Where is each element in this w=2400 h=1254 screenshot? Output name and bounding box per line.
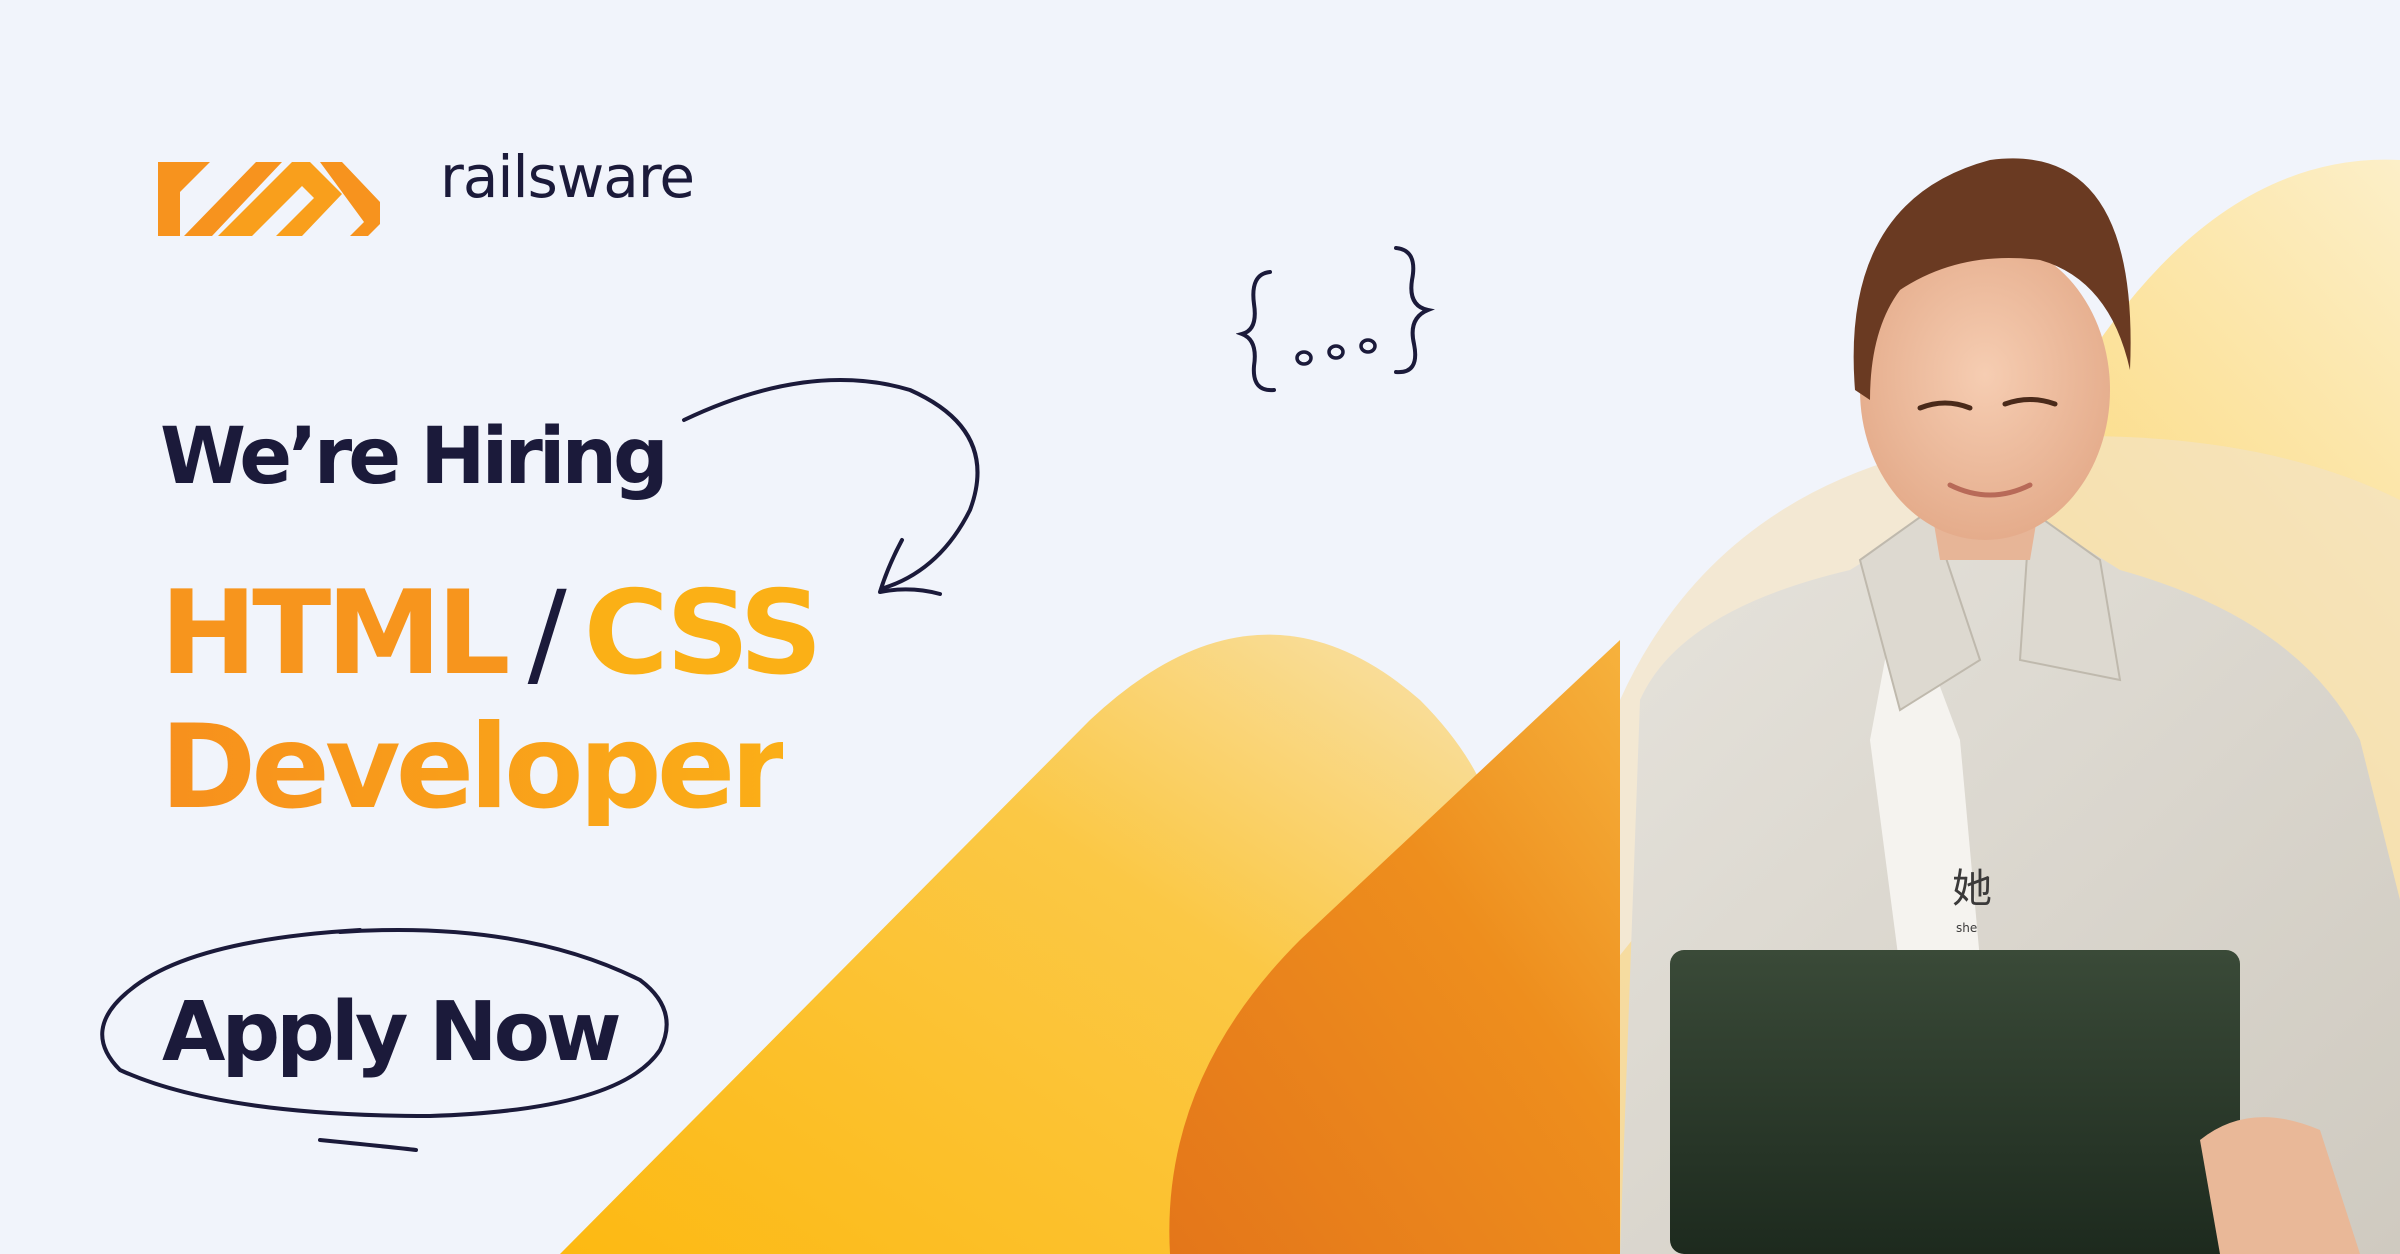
role-title-line1: HTML / CSS [160,576,823,692]
shirt-print-sub: she [1956,921,1977,935]
role-html: HTML [160,566,511,701]
railsware-stripes-logo [158,162,380,236]
apply-now-label: Apply Now [162,985,622,1080]
role-separator: / [527,566,567,701]
hiring-banner: 她 she railsware We’re Hiring HTML / CSS … [0,0,2400,1254]
hiring-heading: We’re Hiring [160,412,669,502]
developer-photo: 她 she [1620,158,2400,1254]
shirt-print: 她 [1952,866,1992,912]
curly-braces-ellipsis-doodle [1236,246,1435,393]
apply-now-button[interactable]: Apply Now [100,920,680,1160]
role-title-line2: Developer [160,700,788,835]
brand-name: railsware [440,143,695,211]
role-css: CSS [583,566,823,701]
